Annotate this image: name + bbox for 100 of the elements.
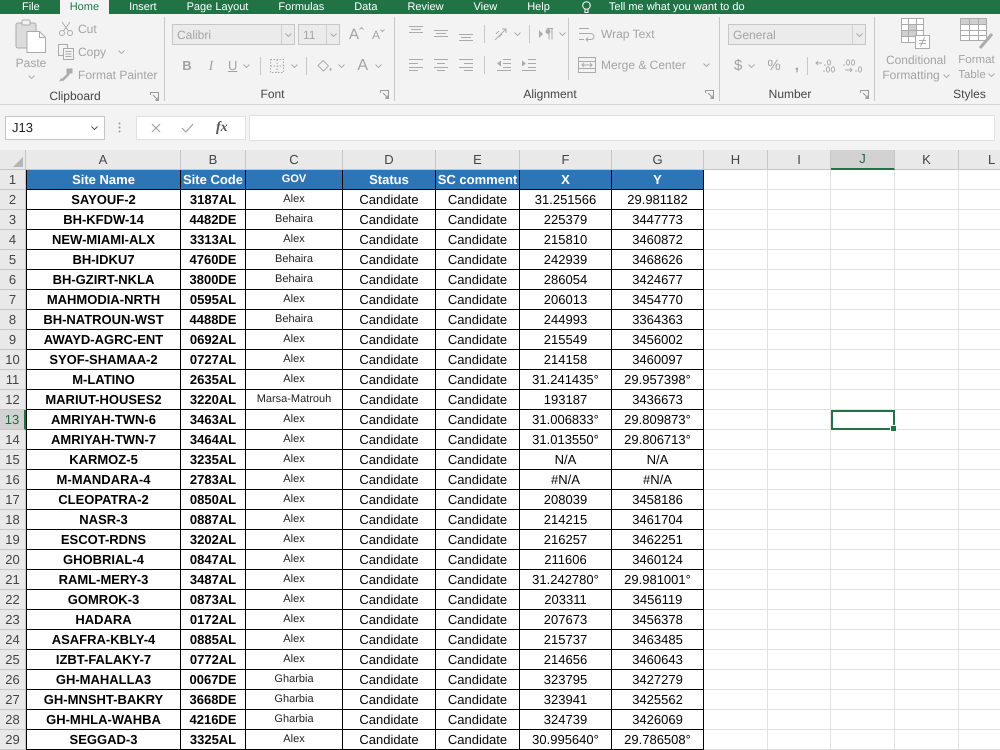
empty-cell[interactable] <box>768 650 831 670</box>
empty-cell[interactable] <box>895 210 959 230</box>
empty-cell[interactable] <box>768 710 831 730</box>
empty-cell[interactable] <box>831 550 895 570</box>
row-header[interactable]: 10 <box>0 350 26 370</box>
empty-cell[interactable] <box>895 430 959 450</box>
insert-function-button[interactable]: fx <box>216 120 228 136</box>
tell-me-field[interactable]: Tell me what you want to do <box>608 0 809 14</box>
empty-cell[interactable] <box>831 670 895 690</box>
empty-cell[interactable] <box>895 690 959 710</box>
ribbon-tab[interactable]: Data <box>344 0 388 14</box>
empty-cell[interactable] <box>831 250 895 270</box>
empty-cell[interactable] <box>895 270 959 290</box>
empty-cell[interactable] <box>768 270 831 290</box>
column-header[interactable]: B <box>181 150 246 170</box>
empty-cell[interactable] <box>768 330 831 350</box>
row-header[interactable]: 5 <box>0 250 26 270</box>
empty-cell[interactable] <box>831 350 895 370</box>
row-header[interactable]: 3 <box>0 210 26 230</box>
empty-cell[interactable] <box>768 470 831 490</box>
empty-cell[interactable] <box>895 250 959 270</box>
empty-cell[interactable] <box>895 330 959 350</box>
ribbon-tab[interactable]: View <box>464 0 508 14</box>
empty-cell[interactable] <box>768 430 831 450</box>
empty-cell[interactable] <box>768 510 831 530</box>
row-header[interactable]: 20 <box>0 550 26 570</box>
empty-cell[interactable] <box>895 450 959 470</box>
row-header[interactable]: 25 <box>0 650 26 670</box>
row-header[interactable]: 18 <box>0 510 26 530</box>
empty-cell[interactable] <box>831 270 895 290</box>
empty-cell[interactable] <box>768 730 831 750</box>
empty-cell[interactable] <box>831 290 895 310</box>
row-header[interactable]: 16 <box>0 470 26 490</box>
empty-cell[interactable] <box>768 170 831 190</box>
row-header[interactable]: 28 <box>0 710 26 730</box>
row-header[interactable]: 19 <box>0 530 26 550</box>
empty-cell[interactable] <box>895 650 959 670</box>
empty-cell[interactable] <box>831 710 895 730</box>
row-header[interactable]: 14 <box>0 430 26 450</box>
empty-cell[interactable] <box>768 690 831 710</box>
empty-cell[interactable] <box>768 590 831 610</box>
empty-cell[interactable] <box>895 470 959 490</box>
empty-cell[interactable] <box>768 670 831 690</box>
row-header[interactable]: 29 <box>0 730 26 750</box>
row-header[interactable]: 6 <box>0 270 26 290</box>
ribbon-tab[interactable]: Page Layout <box>176 0 258 14</box>
empty-cell[interactable] <box>831 450 895 470</box>
empty-cell[interactable] <box>831 630 895 650</box>
empty-cell[interactable] <box>831 310 895 330</box>
empty-cell[interactable] <box>895 230 959 250</box>
column-header[interactable]: K <box>895 150 959 170</box>
row-header[interactable]: 13 <box>0 410 26 430</box>
empty-cell[interactable] <box>831 190 895 210</box>
empty-cell[interactable] <box>895 730 959 750</box>
row-header[interactable]: 22 <box>0 590 26 610</box>
column-header[interactable]: I <box>768 150 831 170</box>
row-header[interactable]: 26 <box>0 670 26 690</box>
fill-handle[interactable] <box>890 425 897 432</box>
empty-cell[interactable] <box>895 630 959 650</box>
empty-cell[interactable] <box>831 170 895 190</box>
empty-cell[interactable] <box>831 430 895 450</box>
empty-cell[interactable] <box>895 590 959 610</box>
empty-cell[interactable] <box>831 470 895 490</box>
empty-cell[interactable] <box>895 170 959 190</box>
column-header[interactable]: J <box>831 150 895 170</box>
empty-cell[interactable] <box>895 310 959 330</box>
empty-cell[interactable] <box>768 250 831 270</box>
empty-cell[interactable] <box>895 190 959 210</box>
empty-cell[interactable] <box>895 710 959 730</box>
row-header[interactable]: 12 <box>0 390 26 410</box>
empty-cell[interactable] <box>768 230 831 250</box>
empty-cell[interactable] <box>895 510 959 530</box>
ribbon-tab[interactable]: Insert <box>119 0 167 14</box>
column-header[interactable]: L <box>959 150 1000 170</box>
row-header[interactable]: 4 <box>0 230 26 250</box>
empty-cell[interactable] <box>831 210 895 230</box>
empty-cell[interactable] <box>831 530 895 550</box>
column-header[interactable]: D <box>343 150 436 170</box>
row-header[interactable]: 15 <box>0 450 26 470</box>
cancel-icon[interactable] <box>151 122 161 132</box>
column-header[interactable]: E <box>436 150 520 170</box>
row-header[interactable]: 2 <box>0 190 26 210</box>
ribbon-tab[interactable]: File <box>12 0 50 14</box>
column-header[interactable]: F <box>520 150 612 170</box>
ribbon-tab[interactable]: Help <box>517 0 560 14</box>
row-header[interactable]: 24 <box>0 630 26 650</box>
column-header[interactable]: G <box>612 150 704 170</box>
empty-cell[interactable] <box>831 730 895 750</box>
empty-cell[interactable] <box>831 330 895 350</box>
row-header[interactable]: 7 <box>0 290 26 310</box>
empty-cell[interactable] <box>768 390 831 410</box>
check-icon[interactable] <box>181 122 194 132</box>
name-box[interactable]: J13 <box>5 116 105 140</box>
empty-cell[interactable] <box>768 350 831 370</box>
row-header[interactable]: 1 <box>0 170 26 190</box>
empty-cell[interactable] <box>895 670 959 690</box>
active-cell[interactable] <box>831 410 895 430</box>
ribbon-tab[interactable]: Home <box>60 0 110 14</box>
empty-cell[interactable] <box>831 370 895 390</box>
empty-cell[interactable] <box>768 450 831 470</box>
